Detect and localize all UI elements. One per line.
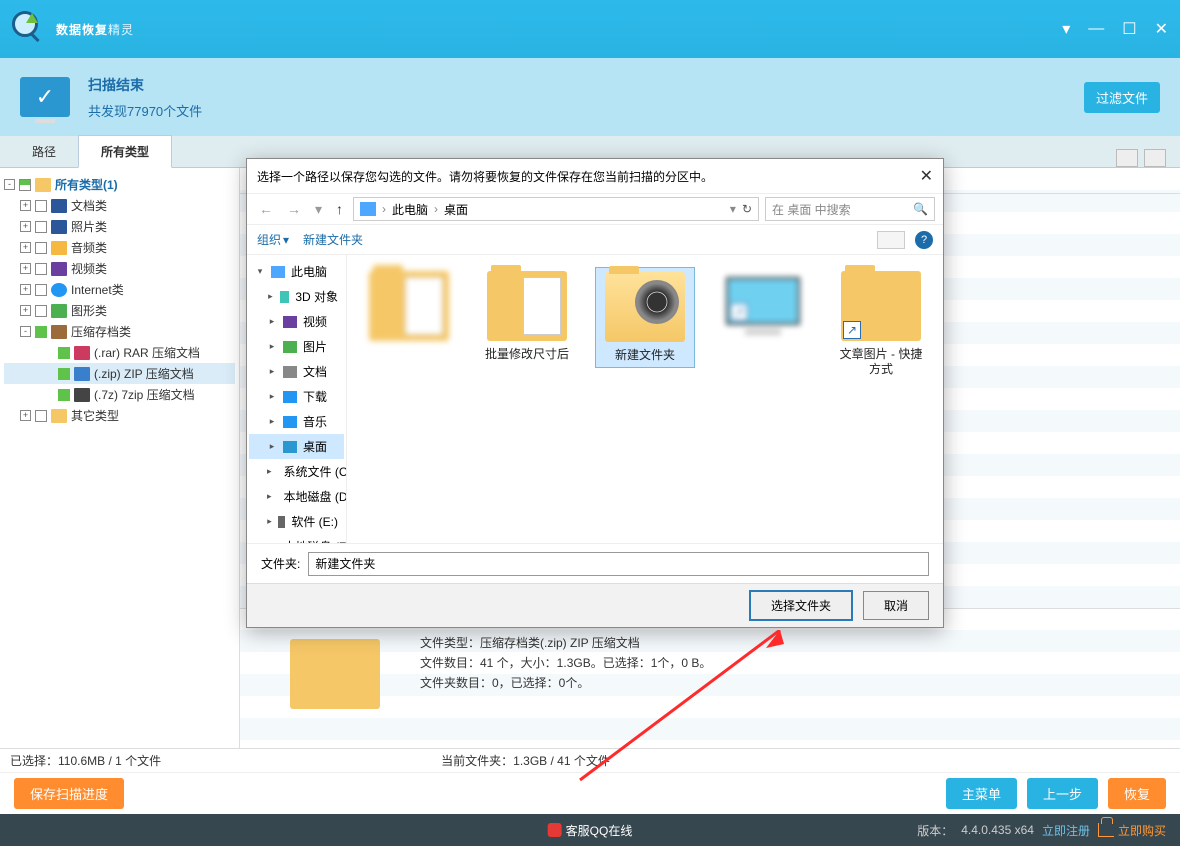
dlg-tree-disk-f[interactable]: ▸本地磁盘 (F:)	[249, 534, 344, 543]
close-icon[interactable]: ✕	[1155, 19, 1168, 39]
tab-all-types[interactable]: 所有类型	[78, 135, 172, 168]
path-dropdown-icon[interactable]: ▾	[730, 202, 736, 216]
dlg-tree-video[interactable]: ▸视频	[249, 309, 344, 334]
view-list-button[interactable]	[1144, 149, 1166, 167]
dlg-tree-sysfiles[interactable]: ▸系统文件 (C:)	[249, 459, 344, 484]
status-strip: ✓ 扫描结束 共发现77970个文件 过滤文件	[0, 58, 1180, 136]
dlg-tree-downloads[interactable]: ▸下载	[249, 384, 344, 409]
tree-photos[interactable]: +照片类	[4, 216, 235, 237]
maximize-icon[interactable]: ☐	[1122, 19, 1136, 39]
folder-name-input[interactable]	[308, 552, 929, 576]
tab-path[interactable]: 路径	[10, 136, 78, 167]
path-pc[interactable]: 此电脑	[392, 201, 428, 218]
current-folder-summary: 当前文件夹：1.3GB / 41 个文件	[441, 752, 610, 769]
tree-rar[interactable]: (.rar) RAR 压缩文档	[4, 342, 235, 363]
search-icon: 🔍	[913, 202, 928, 216]
view-mode-button[interactable]	[877, 231, 905, 249]
app-logo-icon	[12, 11, 48, 47]
cart-icon	[1098, 823, 1114, 837]
app-title-main: 数据恢复	[56, 21, 108, 38]
path-refresh-icon[interactable]: ↻	[742, 202, 752, 216]
app-logo: 数据恢复精灵	[12, 11, 134, 47]
bottom-bar: 客服QQ在线 版本： 4.4.0.435 x64 立即注册 立即购买	[0, 814, 1180, 846]
path-desktop[interactable]: 桌面	[444, 201, 468, 218]
dlg-tree-desktop[interactable]: ▸桌面	[249, 434, 344, 459]
app-title-accent: 精灵	[108, 21, 134, 38]
footer: 保存扫描进度 主菜单 上一步 恢复	[0, 772, 1180, 814]
version-label: 版本：	[917, 822, 953, 839]
select-folder-button[interactable]: 选择文件夹	[749, 590, 853, 621]
nav-forward-icon[interactable]: →	[283, 201, 305, 217]
tree-other[interactable]: +其它类型	[4, 405, 235, 426]
dlg-tree-disk-d[interactable]: ▸本地磁盘 (D:)	[249, 484, 344, 509]
buy-link[interactable]: 立即购买	[1098, 822, 1166, 839]
main-menu-button[interactable]: 主菜单	[946, 778, 1017, 809]
dialog-search[interactable]: 在 桌面 中搜索 🔍	[765, 197, 935, 221]
tree-zip[interactable]: (.zip) ZIP 压缩文档	[4, 363, 235, 384]
version-value: 4.4.0.435 x64	[961, 823, 1034, 837]
cancel-button[interactable]: 取消	[863, 591, 929, 620]
save-scan-progress-button[interactable]: 保存扫描进度	[14, 778, 124, 809]
qq-icon	[548, 823, 562, 837]
recover-button[interactable]: 恢复	[1108, 778, 1166, 809]
tree-7z[interactable]: (.7z) 7zip 压缩文档	[4, 384, 235, 405]
new-folder-button[interactable]: 新建文件夹	[303, 231, 363, 248]
pc-icon	[360, 202, 376, 216]
filter-files-button[interactable]: 过滤文件	[1084, 82, 1160, 113]
dlg-tree-pc[interactable]: ▾此电脑	[249, 259, 344, 284]
dlg-tree-documents[interactable]: ▸文档	[249, 359, 344, 384]
nav-back-icon[interactable]: ←	[255, 201, 277, 217]
dlg-tree-pictures[interactable]: ▸图片	[249, 334, 344, 359]
detail-line2: 文件数目：41 个，大小：1.3GB。已选择：1个，0 B。	[420, 653, 711, 673]
tree-audio[interactable]: +音频类	[4, 237, 235, 258]
tree-documents[interactable]: +文档类	[4, 195, 235, 216]
tree-root[interactable]: -所有类型(1)	[4, 174, 235, 195]
prev-step-button[interactable]: 上一步	[1027, 778, 1098, 809]
selection-bar: 已选择：110.6MB / 1 个文件 当前文件夹：1.3GB / 41 个文件	[0, 748, 1180, 772]
minimize-icon[interactable]: —	[1088, 20, 1104, 38]
dialog-tree: ▾此电脑 ▸3D 对象 ▸视频 ▸图片 ▸文档 ▸下载 ▸音乐 ▸桌面 ▸系统文…	[247, 255, 347, 543]
search-placeholder: 在 桌面 中搜索	[772, 201, 851, 218]
dialog-title: 选择一个路径以保存您勾选的文件。请勿将要恢复的文件保存在您当前扫描的分区中。	[257, 168, 713, 185]
dlg-tree-music[interactable]: ▸音乐	[249, 409, 344, 434]
tree-shapes[interactable]: +图形类	[4, 300, 235, 321]
file-item-2[interactable]: 批量修改尺寸后	[477, 267, 577, 366]
selected-summary: 已选择：110.6MB / 1 个文件	[10, 752, 161, 769]
organize-menu[interactable]: 组织 ▾	[257, 231, 289, 248]
file-item-4[interactable]: ↗	[713, 267, 813, 343]
folder-icon	[290, 639, 380, 709]
category-tree: -所有类型(1) +文档类 +照片类 +音频类 +视频类 +Internet类 …	[0, 168, 240, 748]
tree-internet[interactable]: +Internet类	[4, 279, 235, 300]
nav-recent-icon[interactable]: ▾	[311, 201, 326, 218]
scan-status-subtitle: 共发现77970个文件	[88, 101, 202, 120]
detail-line3: 文件夹数目：0，已选择：0个。	[420, 673, 711, 693]
titlebar: 数据恢复精灵 ▾ — ☐ ✕	[0, 0, 1180, 58]
help-icon[interactable]: ?	[915, 231, 933, 249]
file-item-5[interactable]: ↗文章图片 - 快捷方式	[831, 267, 931, 381]
detail-panel: 文件类型：压缩存档类(.zip) ZIP 压缩文档 文件数目：41 个，大小：1…	[240, 608, 1180, 748]
qq-support[interactable]: 客服QQ在线	[548, 822, 633, 839]
file-item-3-selected[interactable]: 新建文件夹	[595, 267, 695, 368]
register-link[interactable]: 立即注册	[1042, 822, 1090, 839]
file-item-1[interactable]	[359, 267, 459, 351]
monitor-icon: ✓	[20, 77, 70, 117]
view-grid-button[interactable]	[1116, 149, 1138, 167]
dlg-tree-soft-e[interactable]: ▸软件 (E:)	[249, 509, 344, 534]
dropdown-icon[interactable]: ▾	[1062, 19, 1070, 39]
folder-picker-dialog: 选择一个路径以保存您勾选的文件。请勿将要恢复的文件保存在您当前扫描的分区中。 ✕…	[246, 158, 944, 628]
folder-input-label: 文件夹:	[261, 555, 300, 572]
dialog-files: 批量修改尺寸后 新建文件夹 ↗ ↗文章图片 - 快捷方式	[347, 255, 943, 543]
tree-video[interactable]: +视频类	[4, 258, 235, 279]
dlg-tree-3d[interactable]: ▸3D 对象	[249, 284, 344, 309]
scan-status-title: 扫描结束	[88, 75, 202, 95]
detail-line1: 文件类型：压缩存档类(.zip) ZIP 压缩文档	[420, 633, 711, 653]
tree-archives[interactable]: -压缩存档类	[4, 321, 235, 342]
dialog-close-icon[interactable]: ✕	[920, 166, 933, 186]
path-bar[interactable]: › 此电脑 › 桌面 ▾ ↻	[353, 197, 759, 221]
chevron-down-icon: ▾	[283, 233, 289, 247]
nav-up-icon[interactable]: ↑	[332, 201, 347, 217]
